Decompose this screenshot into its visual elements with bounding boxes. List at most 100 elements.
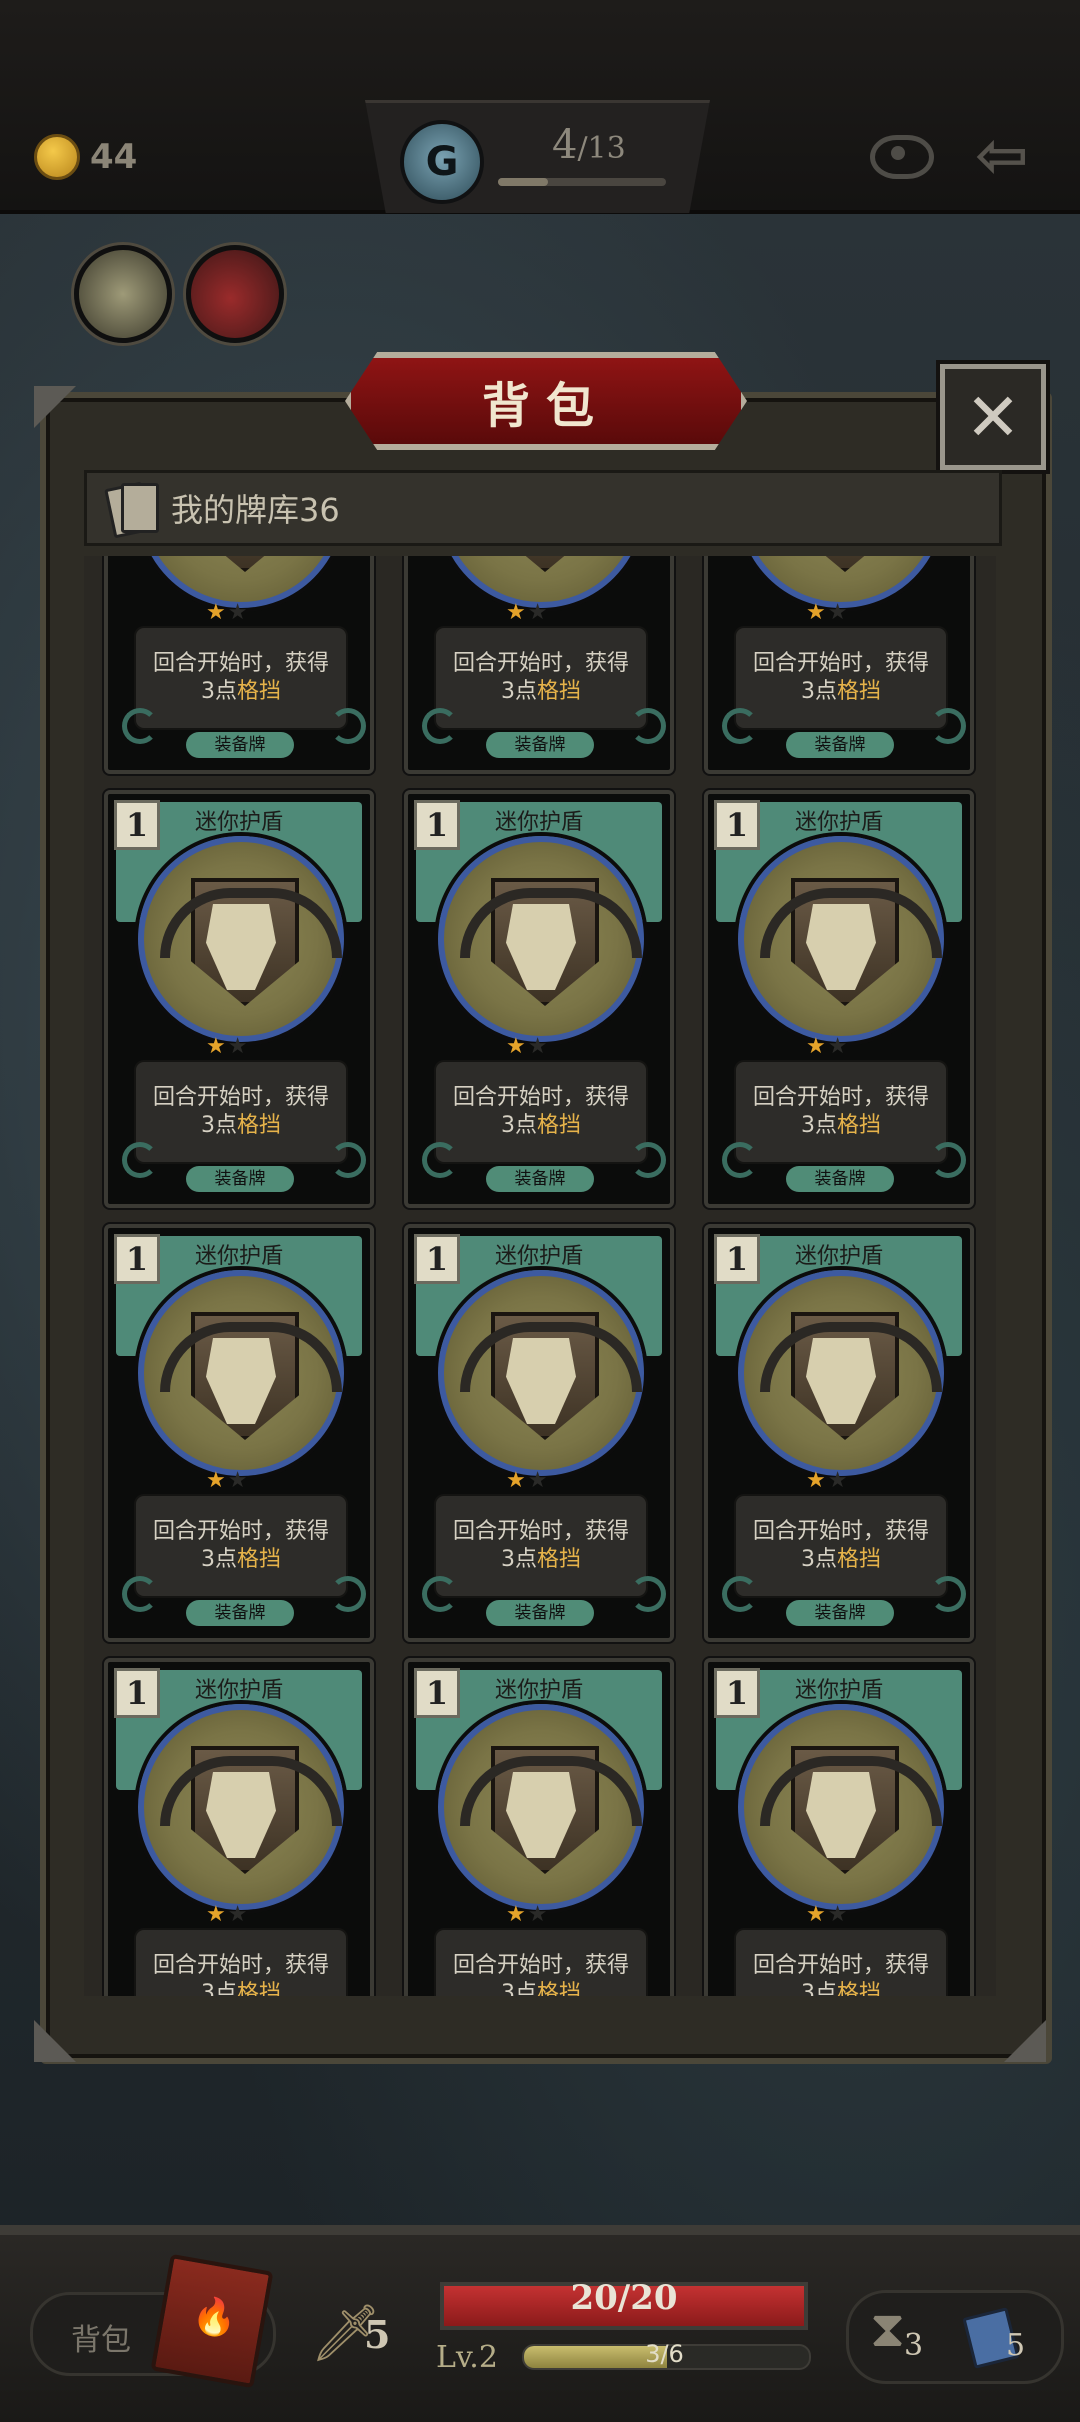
star-icon: ★ — [806, 1034, 828, 1059]
eye-icon[interactable] — [870, 135, 934, 179]
shield-icon — [491, 556, 599, 572]
card-description: 回合开始时，获得 3点格挡 — [434, 626, 648, 730]
relic-slot-1[interactable] — [74, 245, 172, 343]
card-stars: ★★ — [506, 1034, 549, 1059]
card-name: 迷你护盾 — [494, 1678, 583, 1703]
relic-slot-2[interactable] — [186, 245, 284, 343]
card-type: 装备牌 — [186, 732, 294, 758]
card-desc-line1: 回合开始时，获得 — [152, 651, 329, 676]
card-desc-prefix: 3点 — [500, 1547, 537, 1572]
card-desc-highlight: 格挡 — [836, 1547, 881, 1572]
card-desc-prefix: 3点 — [800, 1113, 837, 1138]
card-type: 装备牌 — [186, 1600, 294, 1626]
card-name: 迷你护盾 — [494, 810, 583, 835]
star-icon: ★ — [827, 1034, 850, 1059]
card-stars: ★★ — [506, 1902, 549, 1927]
card-desc-line2: 3点格挡 — [436, 1112, 646, 1140]
star-icon: ★ — [506, 600, 528, 625]
close-button[interactable]: ✕ — [940, 364, 1046, 470]
card-art — [438, 1270, 644, 1476]
card-stars: ★★ — [206, 1902, 249, 1927]
shield-icon — [791, 556, 899, 572]
card-stars: ★★ — [806, 1902, 849, 1927]
card-desc-line2: 3点格挡 — [436, 1546, 646, 1574]
star-icon: ★ — [227, 1034, 250, 1059]
card[interactable]: 1 迷你护盾 ★★ 回合开始时，获得 3点格挡 装备牌 — [704, 556, 974, 774]
modal-title: 背包 — [481, 378, 610, 434]
card-desc-prefix: 3点 — [800, 679, 837, 704]
card[interactable]: 1 迷你护盾 ★★ 回合开始时，获得 3点格挡 装备牌 — [104, 556, 374, 774]
card[interactable]: 1 迷你护盾 ★★ 回合开始时，获得 3点格挡 装备牌 — [404, 556, 674, 774]
card-stars: ★★ — [806, 1468, 849, 1493]
swirl-ornament — [930, 708, 966, 744]
card[interactable]: 1 迷你护盾 ★★ 回合开始时，获得 3点格挡 装备牌 — [404, 790, 674, 1208]
card-desc-prefix: 3点 — [500, 679, 537, 704]
card-desc-line2: 3点格挡 — [136, 678, 346, 706]
card-description: 回合开始时，获得 3点格挡 — [134, 626, 348, 730]
card[interactable]: 1 迷你护盾 ★★ 回合开始时，获得 3点格挡 装备牌 — [704, 790, 974, 1208]
card-description: 回合开始时，获得 3点格挡 — [134, 1060, 348, 1164]
card-desc-prefix: 3点 — [800, 1981, 837, 1996]
card-art — [138, 836, 344, 1042]
card-desc-line2: 3点格挡 — [736, 678, 946, 706]
card-art — [438, 836, 644, 1042]
attack-value: 5 — [364, 2312, 391, 2357]
swirl-ornament — [630, 708, 666, 744]
star-icon: ★ — [827, 600, 850, 625]
card-type: 装备牌 — [486, 732, 594, 758]
card-type: 装备牌 — [786, 732, 894, 758]
star-icon: ★ — [527, 1902, 550, 1927]
card-scroll-area[interactable]: 1 迷你护盾 ★★ 回合开始时，获得 3点格挡 装备牌 1 迷你护盾 ★★ 回合… — [84, 556, 996, 1996]
card[interactable]: 1 迷你护盾 ★★ 回合开始时，获得 3点格挡 装备牌 — [404, 1658, 674, 1996]
card-description: 回合开始时，获得 3点格挡 — [434, 1060, 648, 1164]
card[interactable]: 1 迷你护盾 ★★ 回合开始时，获得 3点格挡 装备牌 — [404, 1224, 674, 1642]
card-desc-prefix: 3点 — [200, 1547, 237, 1572]
card-stars: ★★ — [806, 600, 849, 625]
card-desc-prefix: 3点 — [200, 1113, 237, 1138]
modal-title-banner: 背包 — [345, 352, 747, 450]
card-art — [738, 1704, 944, 1910]
card[interactable]: 1 迷你护盾 ★★ 回合开始时，获得 3点格挡 装备牌 — [104, 790, 374, 1208]
card-desc-prefix: 3点 — [800, 1547, 837, 1572]
star-icon: ★ — [206, 600, 228, 625]
card-art — [738, 836, 944, 1042]
bag-label: 背包 — [71, 2323, 131, 2358]
star-icon: ★ — [227, 1468, 250, 1493]
turn-count: 3 — [904, 2328, 924, 2363]
star-icon: ★ — [827, 1468, 850, 1493]
card-art — [138, 1270, 344, 1476]
close-icon: ✕ — [965, 378, 1021, 456]
card[interactable]: 1 迷你护盾 ★★ 回合开始时，获得 3点格挡 装备牌 — [704, 1658, 974, 1996]
swirl-ornament — [122, 1576, 158, 1612]
card[interactable]: 1 迷你护盾 ★★ 回合开始时，获得 3点格挡 装备牌 — [704, 1224, 974, 1642]
card-desc-line2: 3点格挡 — [136, 1980, 346, 1996]
card-name: 迷你护盾 — [794, 1244, 883, 1269]
level-label: Lv.2 — [436, 2340, 498, 2375]
card-desc-line2: 3点格挡 — [136, 1546, 346, 1574]
card-desc-line2: 3点格挡 — [736, 1546, 946, 1574]
star-icon: ★ — [827, 1902, 850, 1927]
card[interactable]: 1 迷你护盾 ★★ 回合开始时，获得 3点格挡 装备牌 — [104, 1224, 374, 1642]
card-name: 迷你护盾 — [794, 810, 883, 835]
star-icon: ★ — [206, 1034, 228, 1059]
back-arrow-icon[interactable]: ⇦ — [975, 124, 1029, 188]
card-desc-line1: 回合开始时，获得 — [752, 1085, 929, 1110]
card-desc-line1: 回合开始时，获得 — [452, 1953, 629, 1978]
card-stars: ★★ — [506, 1468, 549, 1493]
card[interactable]: 1 迷你护盾 ★★ 回合开始时，获得 3点格挡 装备牌 — [104, 1658, 374, 1996]
deck-count: 5 — [1006, 2328, 1026, 2363]
card-desc-line1: 回合开始时，获得 — [452, 651, 629, 676]
swirl-ornament — [722, 1142, 758, 1178]
card-stars: ★★ — [806, 1034, 849, 1059]
swirl-ornament — [122, 1142, 158, 1178]
card-description: 回合开始时，获得 3点格挡 — [434, 1928, 648, 1996]
card-desc-line1: 回合开始时，获得 — [452, 1085, 629, 1110]
swirl-ornament — [330, 1576, 366, 1612]
card-desc-prefix: 3点 — [500, 1981, 537, 1996]
bag-book-icon[interactable] — [150, 2253, 274, 2389]
card-type: 装备牌 — [786, 1166, 894, 1192]
card-desc-highlight: 格挡 — [836, 679, 881, 704]
star-icon: ★ — [806, 1468, 828, 1493]
star-icon: ★ — [506, 1034, 528, 1059]
card-type: 装备牌 — [486, 1600, 594, 1626]
